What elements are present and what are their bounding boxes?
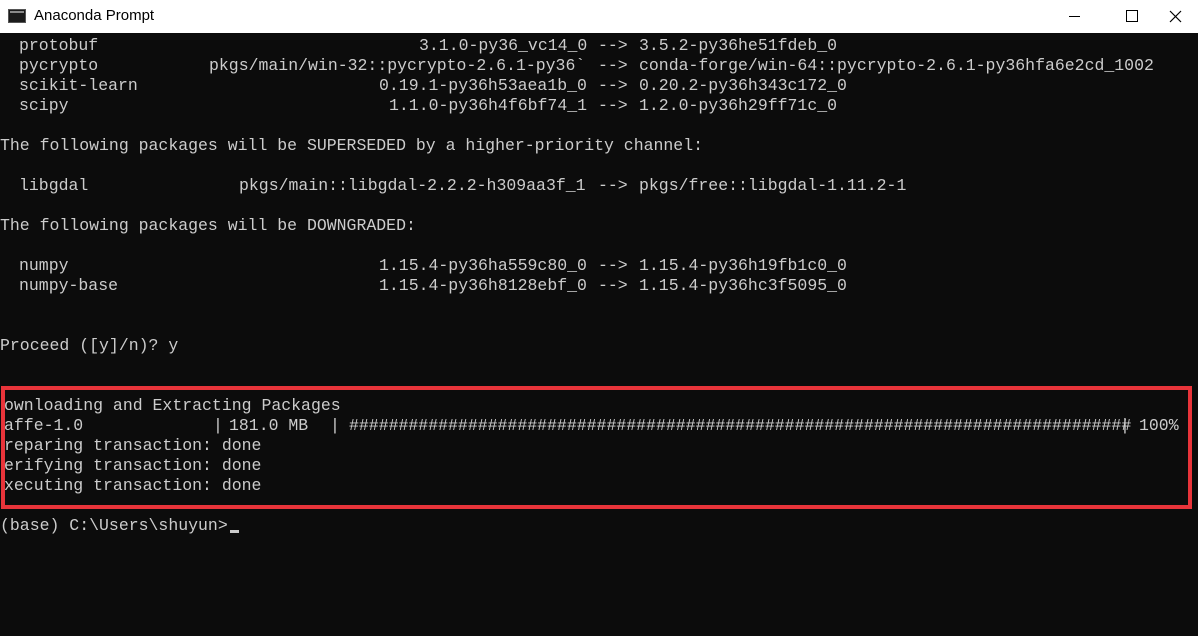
package-from-version: pkgs/main::libgdal-2.2.2-h309aa3f_1 <box>239 176 586 195</box>
package-from-version: pkgs/main/win-32::pycrypto-2.6.1-py36` <box>209 56 586 75</box>
section-heading: The following packages will be DOWNGRADE… <box>0 216 416 235</box>
package-arrow: --> <box>598 76 628 95</box>
minimize-icon <box>1069 16 1080 17</box>
package-to-version: pkgs/free::libgdal-1.11.2-1 <box>639 176 907 195</box>
package-to-version: 1.15.4-py36h19fb1c0_0 <box>639 256 847 275</box>
package-arrow: --> <box>598 56 628 75</box>
package-name: protobuf <box>19 36 99 55</box>
title-bar[interactable]: Anaconda Prompt <box>0 0 1198 33</box>
superseded-header: The following packages will be SUPERSEDE… <box>0 136 703 156</box>
console-app-icon <box>8 9 26 23</box>
proceed-text: Proceed ([y]/n)? y <box>0 336 179 355</box>
close-icon <box>1169 10 1182 23</box>
package-name: numpy-base <box>19 276 119 295</box>
proceed-prompt: Proceed ([y]/n)? y <box>0 336 178 356</box>
package-to-version: 1.2.0-py36h29ff71c_0 <box>639 96 838 115</box>
package-arrow: --> <box>598 36 628 55</box>
text-cursor <box>230 530 239 533</box>
package-from-version: 1.15.4-py36h8128ebf_0 <box>379 276 587 295</box>
package-row-protobuf: protobuf 3.1.0-py36_vc14_0 --> 3.5.2-py3… <box>0 36 837 56</box>
package-row-pycrypto: pycrypto pkgs/main/win-32::pycrypto-2.6.… <box>0 56 1154 76</box>
package-from-version: 3.1.0-py36_vc14_0 <box>419 36 588 55</box>
console-output[interactable]: protobuf 3.1.0-py36_vc14_0 --> 3.5.2-py3… <box>0 33 1198 636</box>
maximize-icon <box>1126 10 1138 22</box>
package-row-numpy-base: numpy-base 1.15.4-py36h8128ebf_0 --> 1.1… <box>0 276 847 296</box>
package-from-version: 0.19.1-py36h53aea1b_0 <box>379 76 587 95</box>
section-heading: The following packages will be SUPERSEDE… <box>0 136 704 155</box>
package-row-numpy: numpy 1.15.4-py36ha559c80_0 --> 1.15.4-p… <box>0 256 847 276</box>
minimize-button[interactable] <box>1052 0 1098 33</box>
package-row-scipy: scipy 1.1.0-py36h4f6bf74_1 --> 1.2.0-py3… <box>0 96 837 116</box>
package-to-version: 1.15.4-py36hc3f5095_0 <box>639 276 847 295</box>
package-from-version: 1.15.4-py36ha559c80_0 <box>379 256 587 275</box>
package-to-version: 3.5.2-py36he51fdeb_0 <box>639 36 838 55</box>
package-row-libgdal: libgdal pkgs/main::libgdal-2.2.2-h309aa3… <box>0 176 906 196</box>
package-to-version: conda-forge/win-64::pycrypto-2.6.1-py36h… <box>639 56 1154 75</box>
close-button[interactable] <box>1152 0 1198 33</box>
package-arrow: --> <box>598 276 628 295</box>
terminal-window: Anaconda Prompt protobuf 3.1.0-py36_vc14… <box>0 0 1198 636</box>
package-arrow: --> <box>598 96 628 115</box>
prompt-text: (base) C:\Users\shuyun> <box>0 516 228 535</box>
package-name: scikit-learn <box>19 76 138 95</box>
command-prompt[interactable]: (base) C:\Users\shuyun> <box>0 516 228 536</box>
package-arrow: --> <box>598 176 628 195</box>
package-arrow: --> <box>598 256 628 275</box>
package-from-version: 1.1.0-py36h4f6bf74_1 <box>389 96 588 115</box>
maximize-button[interactable] <box>1108 0 1154 33</box>
window-title: Anaconda Prompt <box>34 7 155 24</box>
package-name: libgdal <box>19 176 89 195</box>
package-name: numpy <box>19 256 69 275</box>
highlight-annotation-box <box>1 386 1192 509</box>
package-to-version: 0.20.2-py36h343c172_0 <box>639 76 847 95</box>
downgraded-header: The following packages will be DOWNGRADE… <box>0 216 416 236</box>
package-row-scikit-learn: scikit-learn 0.19.1-py36h53aea1b_0 --> 0… <box>0 76 847 96</box>
package-name: scipy <box>19 96 69 115</box>
package-name: pycrypto <box>19 56 99 75</box>
